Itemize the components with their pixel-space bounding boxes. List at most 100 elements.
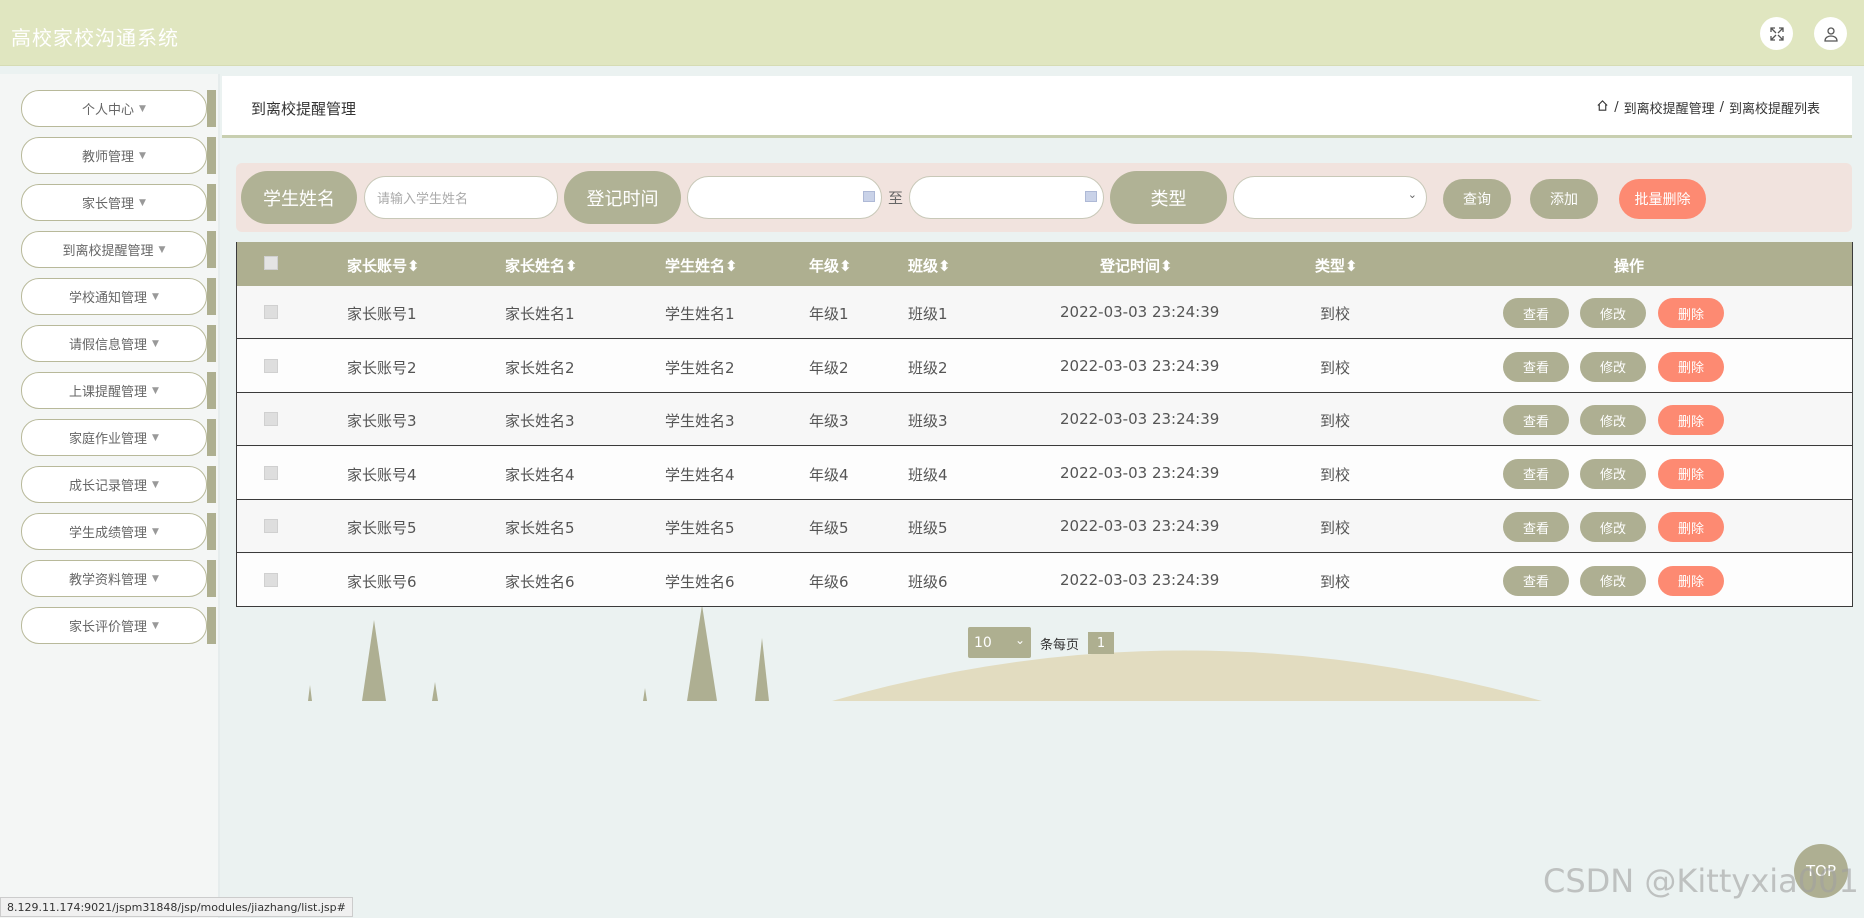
breadcrumb-item: 到离校提醒列表: [1728, 102, 1820, 117]
sidebar-item-scores[interactable]: 学生成绩管理 ▼: [21, 513, 216, 550]
sidebar-item-teaching-material[interactable]: 教学资料管理 ▼: [21, 560, 216, 597]
sidebar-item-label: 教学资料管理: [69, 573, 148, 588]
sidebar-item-teacher[interactable]: 教师管理 ▼: [21, 137, 216, 174]
column-header[interactable]: 年级⬍: [809, 255, 852, 276]
edit-button[interactable]: 修改: [1580, 458, 1646, 489]
column-header[interactable]: 类型⬍: [1315, 255, 1358, 276]
table-cell: 家长账号4: [347, 465, 417, 484]
column-label: 家长账号: [347, 257, 408, 275]
table-cell: 家长姓名3: [505, 412, 575, 430]
table-cell: 班级1: [908, 305, 948, 323]
user-icon[interactable]: [1814, 17, 1847, 50]
table-cell: 年级6: [809, 572, 849, 591]
row-checkbox[interactable]: [264, 358, 278, 373]
sidebar-item-label: 请假信息管理: [69, 338, 148, 353]
table-cell: 家长姓名4: [505, 465, 575, 484]
page-size-select[interactable]: 10 ⌄: [968, 627, 1031, 658]
type-select[interactable]: ⌄: [1233, 176, 1427, 219]
view-button[interactable]: 查看: [1503, 458, 1569, 489]
column-header[interactable]: 家长账号⬍: [347, 255, 420, 276]
query-button[interactable]: 查询: [1443, 179, 1511, 219]
column-header[interactable]: 家长姓名⬍: [505, 255, 578, 276]
column-header: 操作: [1614, 257, 1645, 275]
fullscreen-icon[interactable]: [1760, 17, 1793, 50]
table-row: 家长账号5 家长姓名5 学生姓名5 年级5 班级5 2022-03-03 23:24:39…: [237, 500, 1852, 553]
sidebar-item-label: 家庭作业管理: [69, 432, 148, 447]
column-header[interactable]: 学生姓名⬍: [665, 255, 738, 276]
view-button[interactable]: 查看: [1503, 298, 1569, 328]
edit-button[interactable]: 修改: [1580, 565, 1646, 596]
row-checkbox[interactable]: [264, 519, 278, 533]
chevron-down-icon: ▼: [152, 573, 159, 584]
sidebar-item-class-reminder[interactable]: 上课提醒管理 ▼: [21, 372, 216, 409]
row-checkbox[interactable]: [264, 572, 278, 587]
page-number-current[interactable]: 1: [1088, 632, 1114, 654]
column-label: 家长姓名: [505, 257, 566, 275]
delete-button[interactable]: 删除: [1658, 458, 1724, 489]
sidebar-item-label: 教师管理: [82, 150, 135, 165]
column-label: 登记时间: [1100, 257, 1161, 275]
breadcrumb-item[interactable]: 到离校提醒管理: [1624, 98, 1715, 117]
sidebar-item-school-notice[interactable]: 学校通知管理 ▼: [21, 278, 216, 315]
row-checkbox[interactable]: [264, 412, 278, 426]
table-cell: 班级5: [908, 519, 948, 537]
edit-button[interactable]: 修改: [1580, 512, 1646, 542]
student-name-label: 学生姓名: [241, 171, 357, 224]
batch-delete-button[interactable]: 批量删除: [1619, 179, 1706, 219]
delete-button[interactable]: 删除: [1658, 298, 1724, 328]
delete-button[interactable]: 删除: [1658, 405, 1724, 435]
edit-button[interactable]: 修改: [1580, 298, 1646, 328]
chevron-down-icon: ▼: [139, 197, 146, 208]
sidebar-item-accent: [207, 137, 216, 174]
table-cell: 家长账号3: [347, 412, 417, 430]
add-button[interactable]: 添加: [1530, 179, 1598, 219]
chevron-down-icon: ▼: [152, 526, 159, 537]
edit-button[interactable]: 修改: [1580, 405, 1646, 435]
delete-button[interactable]: 删除: [1658, 565, 1724, 596]
sidebar-item-personal-center[interactable]: 个人中心 ▼: [21, 90, 216, 127]
student-name-input[interactable]: 请输入学生姓名: [364, 176, 558, 219]
sidebar-item-growth-record[interactable]: 成长记录管理 ▼: [21, 466, 216, 503]
select-all-checkbox[interactable]: [264, 256, 278, 270]
home-icon[interactable]: [1596, 99, 1609, 116]
to-label: 至: [888, 189, 904, 207]
sidebar-item-homework[interactable]: 家庭作业管理 ▼: [21, 419, 216, 456]
view-button[interactable]: 查看: [1503, 405, 1569, 435]
type-label: 类型: [1110, 171, 1227, 224]
column-header[interactable]: 登记时间⬍: [1100, 255, 1173, 276]
row-checkbox[interactable]: [264, 305, 278, 319]
sidebar-item-parent[interactable]: 家长管理 ▼: [21, 184, 216, 221]
table-cell: 班级6: [908, 572, 948, 591]
sort-icon: ⬍: [725, 257, 738, 275]
delete-button[interactable]: 删除: [1658, 512, 1724, 542]
sidebar-item-label: 学校通知管理: [69, 291, 148, 306]
sidebar-item-leave[interactable]: 请假信息管理 ▼: [21, 325, 216, 362]
edit-button[interactable]: 修改: [1580, 351, 1646, 382]
calendar-icon[interactable]: [1085, 191, 1097, 202]
view-button[interactable]: 查看: [1503, 512, 1569, 542]
sidebar-item-accent: [207, 231, 216, 268]
page-title: 到离校提醒管理: [251, 100, 357, 118]
end-time-input[interactable]: [909, 176, 1104, 219]
view-button[interactable]: 查看: [1503, 351, 1569, 382]
start-time-input[interactable]: [687, 176, 882, 219]
column-header[interactable]: 班级⬍: [908, 255, 951, 276]
row-checkbox[interactable]: [264, 465, 278, 480]
table-cell: 到校: [1320, 465, 1351, 484]
sidebar-item-accent: [207, 466, 216, 503]
table-cell: 家长账号6: [347, 572, 417, 591]
sidebar-item-label: 学生成绩管理: [69, 526, 148, 541]
sidebar-item-arrival-reminder[interactable]: 到离校提醒管理 ▼: [21, 231, 216, 268]
column-label: 年级: [809, 257, 840, 275]
view-button[interactable]: 查看: [1503, 565, 1569, 596]
input-placeholder: 请输入学生姓名: [377, 192, 469, 207]
sidebar-item-accent: [207, 278, 216, 315]
sidebar: 个人中心 ▼ 教师管理 ▼ 家长管理 ▼ 到离校提醒管理 ▼ 学校通知管理 ▼ 请假信息管…: [0, 74, 220, 918]
delete-button[interactable]: 删除: [1658, 351, 1724, 382]
sidebar-item-accent: [207, 184, 216, 221]
table-cell: 到校: [1320, 572, 1351, 591]
calendar-icon[interactable]: [863, 191, 875, 202]
sort-icon: ⬍: [1345, 257, 1358, 275]
sidebar-item-parent-evaluation[interactable]: 家长评价管理 ▼: [21, 607, 216, 644]
table-cell: 班级2: [908, 358, 948, 377]
